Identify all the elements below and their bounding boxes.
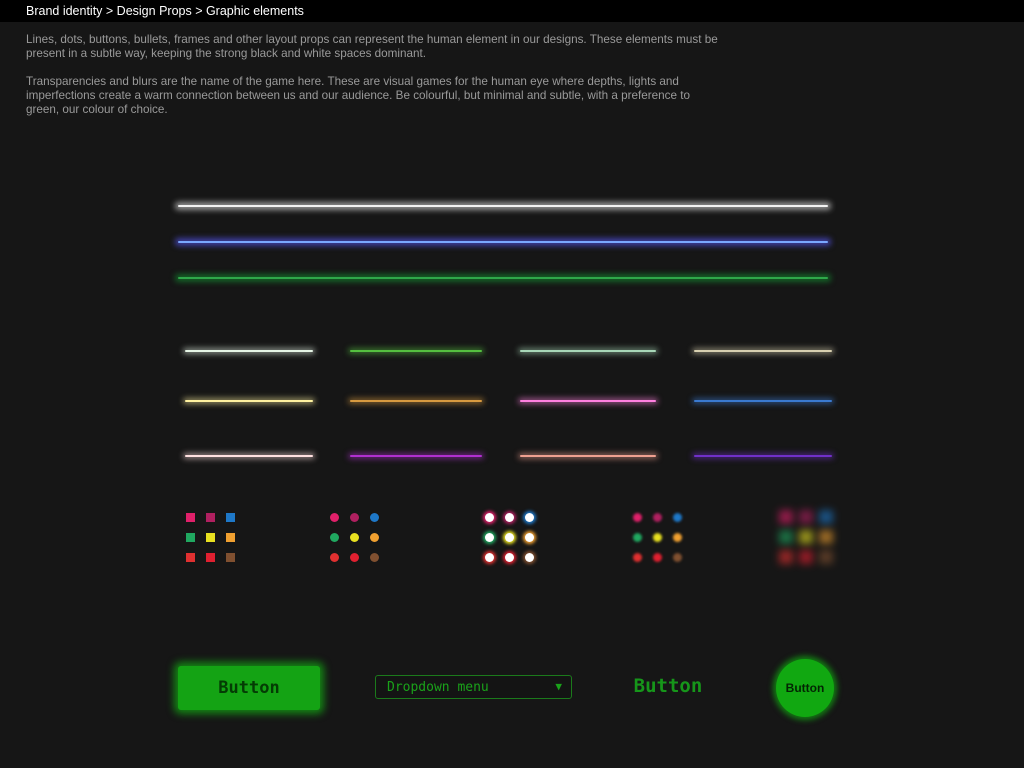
glow-button[interactable]: Button bbox=[178, 666, 320, 710]
color-square bbox=[819, 510, 833, 524]
color-dot bbox=[633, 553, 642, 562]
short-line bbox=[350, 455, 482, 457]
color-dot bbox=[505, 553, 514, 562]
color-square bbox=[186, 513, 195, 522]
color-dot bbox=[350, 533, 359, 542]
color-dot bbox=[485, 553, 494, 562]
long-line-white bbox=[178, 205, 828, 207]
color-square bbox=[206, 553, 215, 562]
circle-button-label: Button bbox=[785, 681, 825, 695]
short-line bbox=[185, 400, 313, 402]
color-square bbox=[799, 550, 813, 564]
intro-paragraph-1: Lines, dots, buttons, bullets, frames an… bbox=[26, 33, 718, 60]
breadcrumb: Brand identity > Design Props > Graphic … bbox=[26, 4, 304, 18]
color-dot bbox=[633, 513, 642, 522]
color-square bbox=[206, 533, 215, 542]
color-dot bbox=[370, 533, 379, 542]
color-square bbox=[226, 533, 235, 542]
color-dot bbox=[673, 513, 682, 522]
color-square bbox=[779, 510, 793, 524]
color-dot bbox=[505, 533, 514, 542]
intro-paragraph-2: Transparencies and blurs are the name of… bbox=[26, 75, 690, 116]
short-line bbox=[694, 400, 832, 402]
dropdown-menu[interactable]: Dropdown menu ▼ bbox=[375, 675, 572, 699]
dropdown-label: Dropdown menu bbox=[387, 680, 489, 695]
short-line bbox=[520, 350, 656, 352]
color-dot bbox=[525, 553, 534, 562]
color-dot bbox=[350, 513, 359, 522]
color-square bbox=[186, 533, 195, 542]
chevron-down-icon: ▼ bbox=[555, 680, 562, 693]
short-line bbox=[350, 400, 482, 402]
color-square bbox=[819, 530, 833, 544]
color-dot bbox=[370, 553, 379, 562]
color-dot bbox=[505, 513, 514, 522]
text-button[interactable]: Button bbox=[628, 675, 708, 701]
color-square bbox=[819, 550, 833, 564]
short-line bbox=[520, 455, 656, 457]
color-dot bbox=[653, 553, 662, 562]
color-dot bbox=[330, 533, 339, 542]
short-line bbox=[694, 455, 832, 457]
color-dot bbox=[633, 533, 642, 542]
circle-button[interactable]: Button bbox=[776, 659, 834, 717]
color-square bbox=[799, 530, 813, 544]
color-dot bbox=[330, 553, 339, 562]
long-line-green bbox=[178, 277, 828, 279]
long-line-blue bbox=[178, 241, 828, 243]
color-square bbox=[186, 553, 195, 562]
color-square bbox=[779, 550, 793, 564]
color-dot bbox=[525, 513, 534, 522]
color-dot bbox=[485, 533, 494, 542]
short-line bbox=[350, 350, 482, 352]
color-dot bbox=[653, 513, 662, 522]
color-dot bbox=[673, 553, 682, 562]
color-square bbox=[226, 553, 235, 562]
short-line bbox=[520, 400, 656, 402]
short-line bbox=[694, 350, 832, 352]
color-square bbox=[799, 510, 813, 524]
design-props-page: Brand identity > Design Props > Graphic … bbox=[0, 0, 1024, 768]
color-dot bbox=[673, 533, 682, 542]
color-dot bbox=[330, 513, 339, 522]
color-dot bbox=[370, 513, 379, 522]
color-square bbox=[206, 513, 215, 522]
color-square bbox=[779, 530, 793, 544]
top-bar: Brand identity > Design Props > Graphic … bbox=[0, 0, 1024, 22]
color-dot bbox=[525, 533, 534, 542]
color-dot bbox=[350, 553, 359, 562]
color-dot bbox=[485, 513, 494, 522]
glow-button-label: Button bbox=[218, 678, 280, 698]
color-dot bbox=[653, 533, 662, 542]
short-line bbox=[185, 350, 313, 352]
short-line bbox=[185, 455, 313, 457]
color-square bbox=[226, 513, 235, 522]
